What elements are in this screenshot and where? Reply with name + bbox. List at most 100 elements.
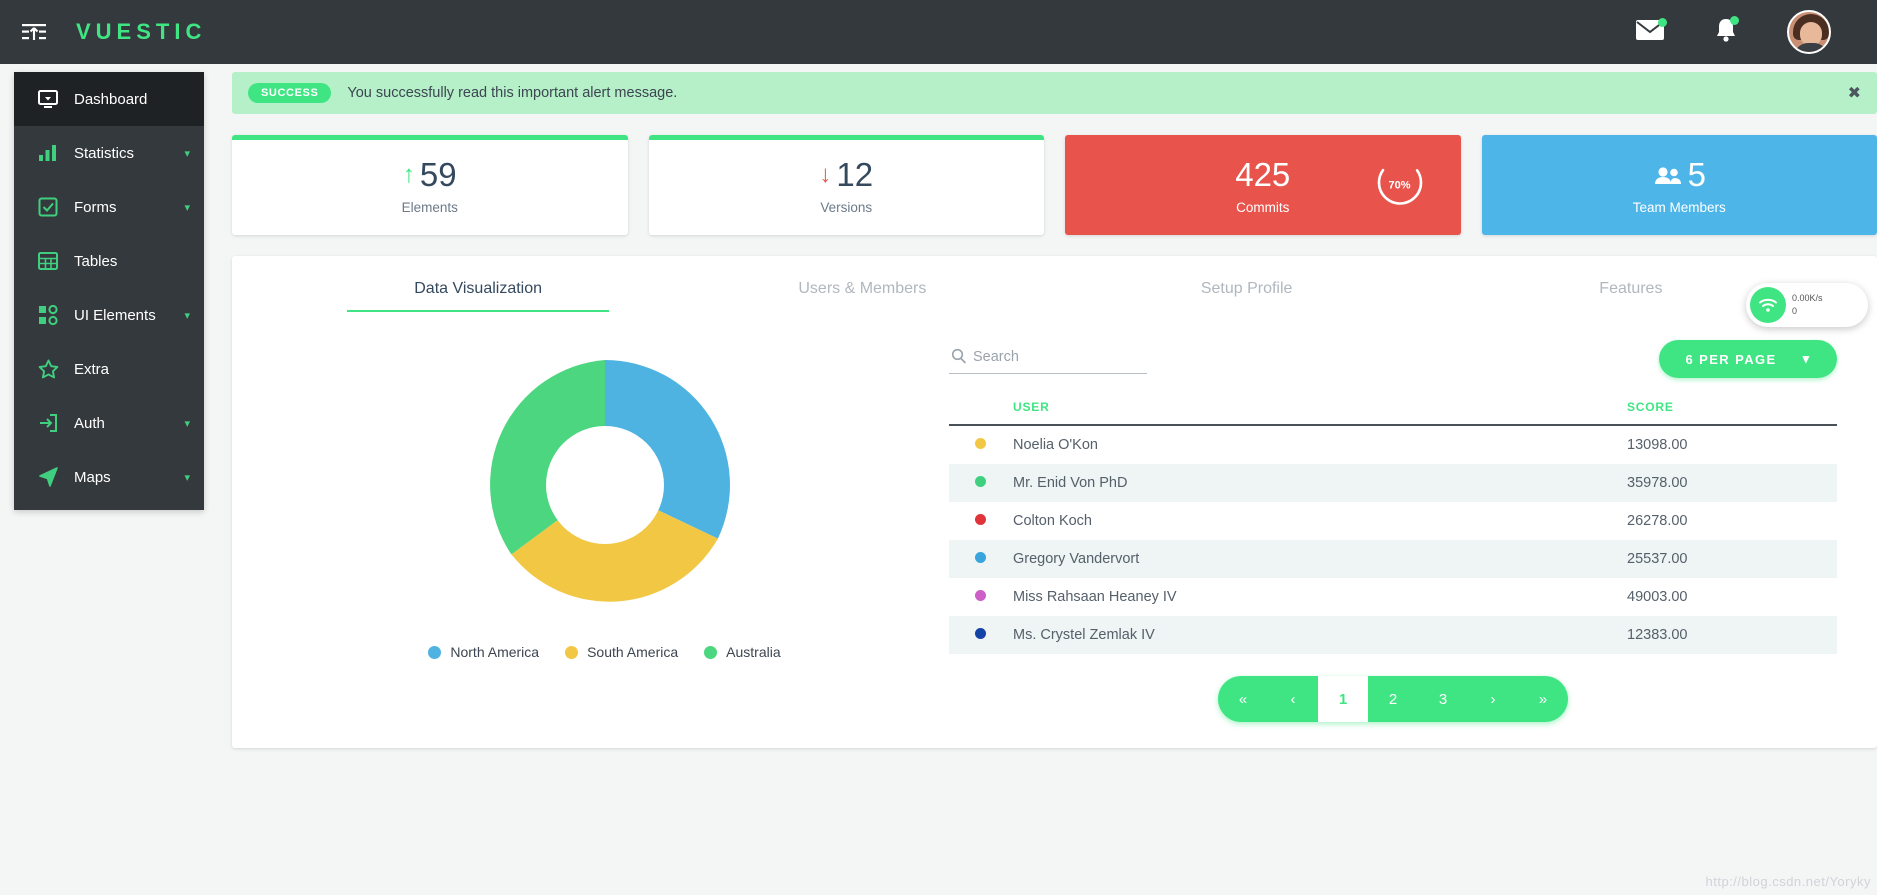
- table-row[interactable]: Ms. Crystel Zemlak IV 12383.00: [949, 616, 1837, 654]
- watermark: http://blog.csdn.net/Yoryky: [1705, 874, 1871, 889]
- sidebar-item-dashboard[interactable]: Dashboard: [14, 72, 204, 126]
- tab-setup-profile[interactable]: Setup Profile: [1055, 280, 1439, 312]
- row-status: [949, 464, 1013, 502]
- status-dot-icon: [975, 438, 986, 449]
- sidebar-item-label: Maps: [74, 468, 111, 486]
- tab-users-members[interactable]: Users & Members: [670, 280, 1054, 312]
- mail-icon[interactable]: [1635, 17, 1667, 46]
- legend-label: Australia: [726, 644, 781, 660]
- sidebar-item-maps[interactable]: Maps ▾: [14, 450, 204, 504]
- row-status: [949, 616, 1013, 654]
- row-user: Miss Rahsaan Heaney IV: [1013, 589, 1177, 605]
- pagination-next[interactable]: ›: [1468, 676, 1518, 722]
- search-box[interactable]: [949, 344, 1147, 374]
- card-value-wrap: ↓ 12: [819, 156, 873, 194]
- collapse-menu-icon[interactable]: [14, 12, 54, 52]
- card-label: Commits: [1236, 199, 1290, 215]
- grid-icon: [36, 304, 60, 326]
- sidebar-item-statistics[interactable]: Statistics ▾: [14, 126, 204, 180]
- sidebar-item-label: Tables: [74, 252, 118, 270]
- status-badge: SUCCESS: [248, 83, 332, 103]
- legend-item[interactable]: North America: [428, 644, 539, 660]
- sidebar-item-auth[interactable]: Auth ▾: [14, 396, 204, 450]
- bell-icon[interactable]: [1715, 15, 1739, 48]
- pagination-last[interactable]: »: [1518, 676, 1568, 722]
- table-row[interactable]: Colton Koch 26278.00: [949, 502, 1837, 540]
- chevron-down-icon[interactable]: ▾: [184, 417, 190, 430]
- card-value: 425: [1235, 155, 1291, 193]
- stat-card-elements[interactable]: ↑ 59 Elements: [232, 135, 628, 235]
- status-dot-icon: [975, 590, 986, 601]
- sidebar-item-label: Auth: [74, 414, 105, 432]
- status-dot-icon: [975, 476, 986, 487]
- table-header-score[interactable]: SCORE: [1627, 400, 1837, 426]
- sidebar-item-label: UI Elements: [74, 306, 156, 324]
- stat-cards: ↑ 59 Elements ↓ 12 Versions 425 Commits …: [232, 135, 1877, 235]
- navigation-icon: [36, 466, 60, 488]
- table-header-row: USER SCORE: [949, 400, 1837, 426]
- legend-item[interactable]: South America: [565, 644, 678, 660]
- table-toolbar: 6 PER PAGE ▾: [949, 340, 1837, 378]
- legend-swatch: [428, 645, 442, 659]
- row-score: 26278.00: [1627, 513, 1688, 529]
- chevron-down-icon[interactable]: ▾: [184, 471, 190, 484]
- legend-item[interactable]: Australia: [704, 644, 781, 660]
- row-user: Noelia O'Kon: [1013, 437, 1098, 453]
- close-icon[interactable]: ✖: [1848, 83, 1861, 103]
- success-alert: SUCCESS You successfully read this impor…: [232, 72, 1877, 114]
- sidebar-item-extra[interactable]: Extra: [14, 342, 204, 396]
- users-table: USER SCORE Noelia O'Kon 13098.00 Mr. Eni: [949, 400, 1837, 654]
- network-speed-widget[interactable]: 0.00K/s 0: [1746, 283, 1868, 327]
- status-dot-icon: [975, 628, 986, 639]
- table-row[interactable]: Gregory Vandervort 25537.00: [949, 540, 1837, 578]
- card-label: Elements: [401, 199, 458, 215]
- card-value: 12: [836, 155, 874, 193]
- user-avatar[interactable]: [1787, 10, 1831, 54]
- card-value: 5: [1687, 155, 1706, 193]
- search-input[interactable]: [973, 349, 1147, 365]
- arrow-down-icon: ↓: [819, 160, 832, 188]
- row-status: [949, 540, 1013, 578]
- row-score: 13098.00: [1627, 437, 1688, 453]
- table-row[interactable]: Mr. Enid Von PhD 35978.00: [949, 464, 1837, 502]
- status-dot-icon: [975, 514, 986, 525]
- per-page-button[interactable]: 6 PER PAGE ▾: [1659, 340, 1837, 378]
- sidebar-item-forms[interactable]: Forms ▾: [14, 180, 204, 234]
- login-icon: [36, 412, 60, 434]
- table-row[interactable]: Miss Rahsaan Heaney IV 49003.00: [949, 578, 1837, 616]
- app-brand: VUESTIC: [76, 19, 207, 44]
- stat-card-team-members[interactable]: 5 Team Members: [1481, 135, 1877, 235]
- chevron-down-icon[interactable]: ▾: [184, 147, 190, 160]
- legend-swatch: [704, 645, 718, 659]
- pagination-page-2[interactable]: 2: [1368, 676, 1418, 722]
- sidebar-item-ui-elements[interactable]: UI Elements ▾: [14, 288, 204, 342]
- pagination-first[interactable]: «: [1218, 676, 1268, 722]
- table-row[interactable]: Noelia O'Kon 13098.00: [949, 425, 1837, 464]
- chart-legend: North America South America Australia: [428, 644, 781, 660]
- legend-swatch: [565, 645, 579, 659]
- sidebar-item-label: Dashboard: [74, 90, 148, 108]
- chevron-down-icon[interactable]: ▾: [184, 201, 190, 214]
- sidebar-item-tables[interactable]: Tables: [14, 234, 204, 288]
- card-accent-bar: [648, 135, 1044, 140]
- pagination-page-3[interactable]: 3: [1418, 676, 1468, 722]
- progress-value: 70%: [1388, 179, 1411, 191]
- chevron-down-icon[interactable]: ▾: [184, 309, 190, 322]
- row-score: 25537.00: [1627, 551, 1688, 567]
- network-speed: 0.00K/s: [1792, 292, 1823, 303]
- tab-data-visualization[interactable]: Data Visualization: [286, 280, 670, 312]
- sidebar: Dashboard Statistics ▾ Forms ▾ Tables UI…: [14, 72, 204, 510]
- stat-card-commits[interactable]: 425 Commits 70%: [1065, 135, 1461, 235]
- table-icon: [36, 250, 60, 272]
- pagination-prev[interactable]: ‹: [1268, 676, 1318, 722]
- top-bar: VUESTIC: [0, 0, 1877, 64]
- mail-badge-dot: [1658, 17, 1667, 27]
- row-status: [949, 578, 1013, 616]
- chevron-down-icon: ▾: [1802, 351, 1811, 366]
- pagination-page-1[interactable]: 1: [1318, 676, 1368, 722]
- sidebar-item-label: Statistics: [74, 144, 135, 162]
- stat-card-versions[interactable]: ↓ 12 Versions: [648, 135, 1044, 235]
- row-score: 12383.00: [1627, 627, 1688, 643]
- table-header-user[interactable]: USER: [1013, 400, 1627, 426]
- card-label: Team Members: [1632, 199, 1726, 215]
